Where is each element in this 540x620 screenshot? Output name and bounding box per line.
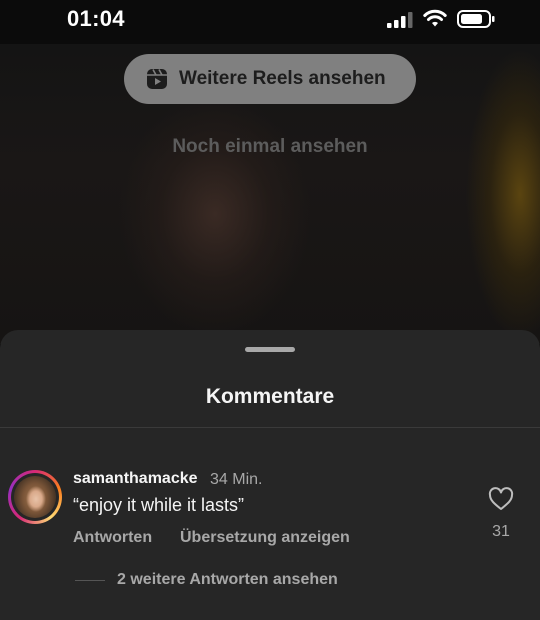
- comment-username[interactable]: samanthamacke: [73, 470, 198, 488]
- cellular-signal-icon: [387, 12, 413, 28]
- reel-video[interactable]: Weitere Reels ansehen Noch einmal ansehe…: [0, 44, 540, 344]
- view-replies-button[interactable]: 2 weitere Antworten ansehen: [117, 571, 338, 589]
- more-reels-label: Weitere Reels ansehen: [179, 68, 386, 89]
- replies-divider: [75, 580, 105, 581]
- sheet-grabber[interactable]: [245, 347, 295, 352]
- avatar-photo: [14, 476, 56, 518]
- battery-icon: [457, 10, 495, 28]
- sheet-divider: [0, 427, 540, 428]
- comment-timestamp: 34 Min.: [210, 471, 263, 488]
- status-bar: 01:04: [0, 0, 540, 44]
- avatar[interactable]: [8, 470, 62, 524]
- heart-icon[interactable]: [488, 487, 514, 511]
- reels-icon: [147, 69, 167, 89]
- more-reels-button[interactable]: Weitere Reels ansehen: [124, 54, 416, 104]
- reply-button[interactable]: Antworten: [73, 529, 152, 547]
- watch-again-link[interactable]: Noch einmal ansehen: [0, 136, 540, 158]
- status-time: 01:04: [67, 6, 125, 31]
- wifi-icon: [423, 9, 447, 27]
- like-count: 31: [492, 523, 510, 540]
- comment-text: “enjoy it while it lasts”: [73, 495, 245, 515]
- sheet-title: Kommentare: [205, 385, 335, 408]
- comments-sheet: Kommentare samanthamacke 34 Min. “enjoy …: [0, 330, 540, 620]
- translate-button[interactable]: Übersetzung anzeigen: [180, 529, 350, 547]
